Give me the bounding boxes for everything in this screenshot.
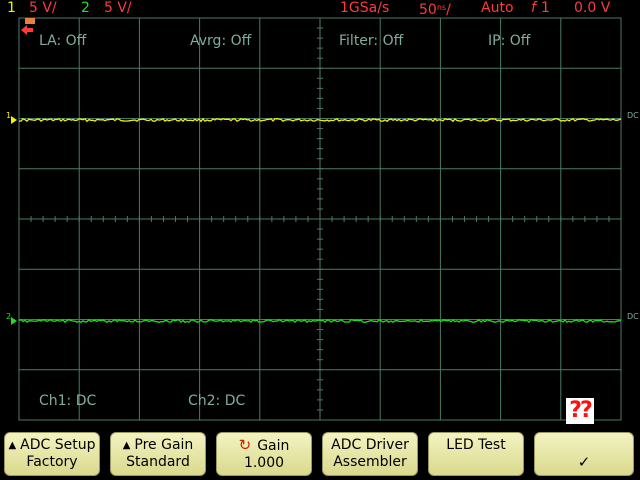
ch1-dc-label: DC [627,111,639,120]
rotate-knob-icon: ↻ [238,436,252,454]
unknown-status-badge: ?? [566,398,594,424]
gain-softkey[interactable]: ↻ Gain 1.000 [216,432,312,476]
softkey-label: ADC Driver [331,437,409,453]
adc-setup-softkey[interactable]: ▲ ADC Setup Factory [4,432,100,476]
softkey-label: LED Test [446,437,506,453]
softkey-label: Gain [257,438,290,454]
checkmark-icon: ✓ [577,453,591,471]
ch2-coupling: Ch2: DC [188,393,246,409]
menu-up-arrow-icon: ▲ [8,440,17,451]
graticule [18,17,622,421]
softkey-value: 1.000 [243,455,285,471]
time-reference-marker [25,18,35,24]
confirm-softkey[interactable]: ✓ [534,432,634,476]
softkey-label: Pre Gain [134,437,194,453]
trigger-arrow-icon [21,25,33,35]
led-test-softkey[interactable]: LED Test [428,432,524,476]
softkey-value: Standard [126,454,190,470]
avrg-status: Avrg: Off [190,33,252,49]
softkey-label: ADC Setup [20,437,96,453]
ip-status: IP: Off [488,33,531,49]
softkey-bar: ▲ ADC Setup Factory ▲ Pre Gain Standard ↻ G… [0,430,640,480]
la-status: LA: Off [39,33,87,49]
softkey-value: Assembler [333,454,407,470]
ch1-coupling: Ch1: DC [39,393,97,409]
waveform-display[interactable]: 1 2 DC DC [0,0,640,430]
ch1-marker-label: 1 [6,111,11,120]
adc-driver-softkey[interactable]: ADC Driver Assembler [322,432,418,476]
ch2-marker-label: 2 [6,312,11,321]
ch1-ground-marker-icon [11,116,17,124]
filter-status: Filter: Off [339,33,404,49]
ch2-dc-label: DC [627,312,639,321]
menu-up-arrow-icon: ▲ [122,440,131,451]
pre-gain-softkey[interactable]: ▲ Pre Gain Standard [110,432,206,476]
softkey-value: Factory [26,454,78,470]
ch2-ground-marker-icon [11,317,17,325]
